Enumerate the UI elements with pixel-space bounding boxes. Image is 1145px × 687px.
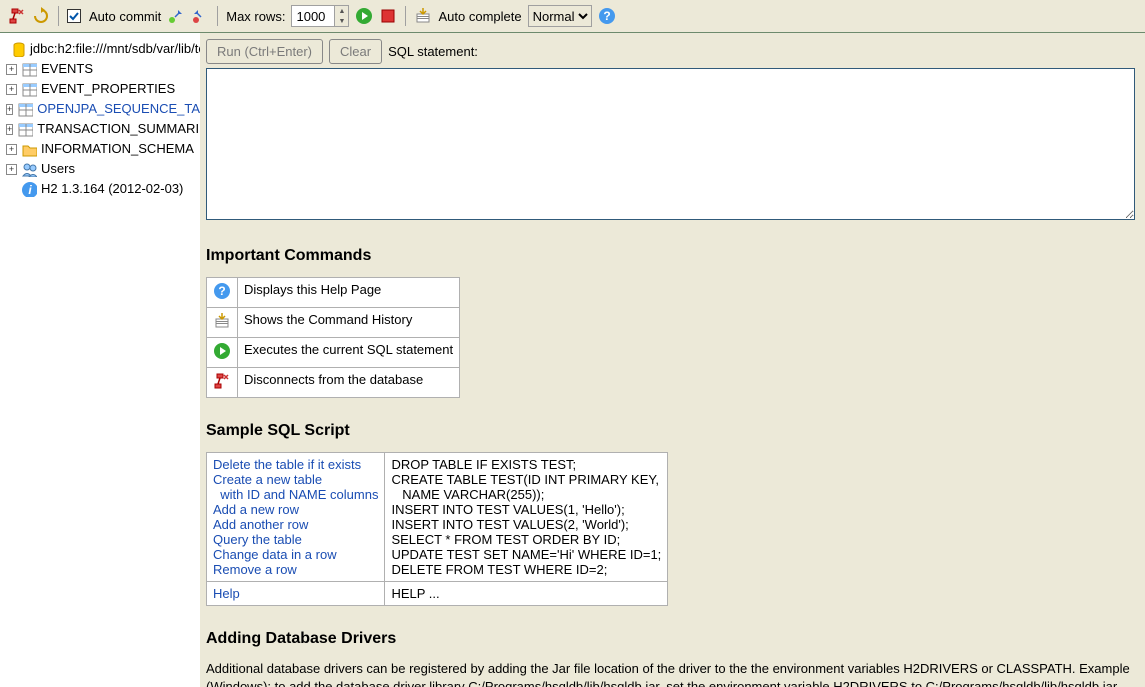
sample-sql-line: UPDATE TEST SET NAME='Hi' WHERE ID=1;	[391, 547, 661, 562]
table-icon	[17, 101, 33, 117]
sample-sql-line: INSERT INTO TEST VALUES(2, 'World');	[391, 517, 661, 532]
rollback-icon[interactable]	[191, 7, 209, 25]
history-icon[interactable]	[414, 7, 432, 25]
heading-drivers: Adding Database Drivers	[206, 630, 1135, 648]
content-pane: Run (Ctrl+Enter) Clear SQL statement: Im…	[200, 33, 1145, 687]
run-button[interactable]: Run (Ctrl+Enter)	[206, 39, 323, 64]
tree-node[interactable]: + EVENT_PROPERTIES	[2, 79, 198, 99]
run-icon[interactable]	[355, 7, 373, 25]
sample-link[interactable]: Remove a row	[213, 562, 378, 577]
expand-icon[interactable]: +	[6, 84, 17, 95]
separator	[58, 6, 59, 26]
sample-help-link[interactable]: Help	[213, 586, 240, 601]
sample-link[interactable]: Add a new row	[213, 502, 378, 517]
command-row: Disconnects from the database	[207, 368, 460, 398]
tree-sidebar: jdbc:h2:file:///mnt/sdb/var/lib/tomcat +…	[0, 33, 200, 687]
sample-link[interactable]: Query the table	[213, 532, 378, 547]
table-icon	[17, 121, 33, 137]
tree-node[interactable]: + TRANSACTION_SUMMARIES	[2, 119, 198, 139]
expand-icon[interactable]: +	[6, 164, 17, 175]
tree-node-label: EVENT_PROPERTIES	[41, 80, 175, 98]
command-row: Displays this Help Page	[207, 278, 460, 308]
expand-icon[interactable]: +	[6, 64, 17, 75]
tree-node[interactable]: + Users	[2, 159, 198, 179]
folder-icon	[21, 141, 37, 157]
tree-node-label: Users	[41, 160, 75, 178]
commit-icon[interactable]	[167, 7, 185, 25]
expand-icon[interactable]: +	[6, 124, 13, 135]
command-desc: Shows the Command History	[238, 308, 460, 338]
info-icon	[21, 181, 37, 197]
toolbar: Auto commit Max rows: ▲▼ Auto complete N…	[0, 0, 1145, 33]
sample-link[interactable]: Change data in a row	[213, 547, 378, 562]
max-rows-field[interactable]	[292, 6, 334, 26]
auto-commit-label: Auto commit	[89, 9, 161, 24]
drivers-paragraph: Additional database drivers can be regis…	[206, 660, 1135, 687]
help-icon[interactable]	[213, 282, 231, 300]
auto-complete-label: Auto complete	[438, 9, 521, 24]
sample-link[interactable]: Delete the table if it exists	[213, 457, 378, 472]
database-icon	[10, 41, 26, 57]
command-desc: Disconnects from the database	[238, 368, 460, 398]
tree-root[interactable]: jdbc:h2:file:///mnt/sdb/var/lib/tomcat	[2, 39, 198, 59]
heading-sample: Sample SQL Script	[206, 422, 1135, 440]
heading-important: Important Commands	[206, 247, 1135, 265]
stop-icon[interactable]	[379, 7, 397, 25]
tree-node-link[interactable]: OPENJPA_SEQUENCE_TABLE	[37, 100, 200, 118]
users-icon	[21, 161, 37, 177]
sample-sql-line: CREATE TABLE TEST(ID INT PRIMARY KEY,	[391, 472, 661, 487]
spin-up[interactable]: ▲	[335, 6, 348, 16]
sample-script-table: Delete the table if it existsCreate a ne…	[206, 452, 668, 606]
history-icon[interactable]	[213, 312, 231, 330]
expand-icon[interactable]: +	[6, 144, 17, 155]
disconnect-icon[interactable]	[8, 7, 26, 25]
expand-icon[interactable]: +	[6, 104, 13, 115]
command-row: Executes the current SQL statement	[207, 338, 460, 368]
tree-node[interactable]: + INFORMATION_SCHEMA	[2, 139, 198, 159]
separator	[405, 6, 406, 26]
help-icon[interactable]	[598, 7, 616, 25]
spin-down[interactable]: ▼	[335, 16, 348, 26]
max-rows-input[interactable]: ▲▼	[291, 5, 349, 27]
sample-sql-line: NAME VARCHAR(255));	[391, 487, 661, 502]
sample-link[interactable]: Create a new table	[213, 472, 378, 487]
sql-textarea[interactable]	[206, 68, 1135, 220]
version-label: H2 1.3.164 (2012-02-03)	[41, 180, 183, 198]
clear-button[interactable]: Clear	[329, 39, 382, 64]
sample-sql-line: DELETE FROM TEST WHERE ID=2;	[391, 562, 661, 577]
tree-node-label: INFORMATION_SCHEMA	[41, 140, 194, 158]
tree-node[interactable]: + OPENJPA_SEQUENCE_TABLE	[2, 99, 198, 119]
sample-sql-line: INSERT INTO TEST VALUES(1, 'Hello');	[391, 502, 661, 517]
tree-version: H2 1.3.164 (2012-02-03)	[2, 179, 198, 199]
sample-sql-line: DROP TABLE IF EXISTS TEST;	[391, 457, 661, 472]
auto-commit-checkbox[interactable]	[67, 9, 81, 23]
run-icon[interactable]	[213, 342, 231, 360]
tree-node-label: EVENTS	[41, 60, 93, 78]
db-url: jdbc:h2:file:///mnt/sdb/var/lib/tomcat	[30, 40, 200, 58]
table-icon	[21, 61, 37, 77]
command-desc: Displays this Help Page	[238, 278, 460, 308]
table-icon	[21, 81, 37, 97]
sample-link[interactable]: with ID and NAME columns	[213, 487, 378, 502]
tree-node[interactable]: + EVENTS	[2, 59, 198, 79]
tree-node-label: TRANSACTION_SUMMARIES	[37, 120, 200, 138]
disconnect-icon[interactable]	[213, 372, 231, 390]
sql-label: SQL statement:	[388, 44, 478, 59]
auto-complete-select[interactable]: Normal	[528, 5, 592, 27]
command-desc: Executes the current SQL statement	[238, 338, 460, 368]
separator	[217, 6, 218, 26]
refresh-icon[interactable]	[32, 7, 50, 25]
max-rows-label: Max rows:	[226, 9, 285, 24]
command-row: Shows the Command History	[207, 308, 460, 338]
sample-link[interactable]: Add another row	[213, 517, 378, 532]
sample-help-sql: HELP ...	[385, 582, 668, 606]
sample-sql-line: SELECT * FROM TEST ORDER BY ID;	[391, 532, 661, 547]
important-commands-table: Displays this Help PageShows the Command…	[206, 277, 460, 398]
